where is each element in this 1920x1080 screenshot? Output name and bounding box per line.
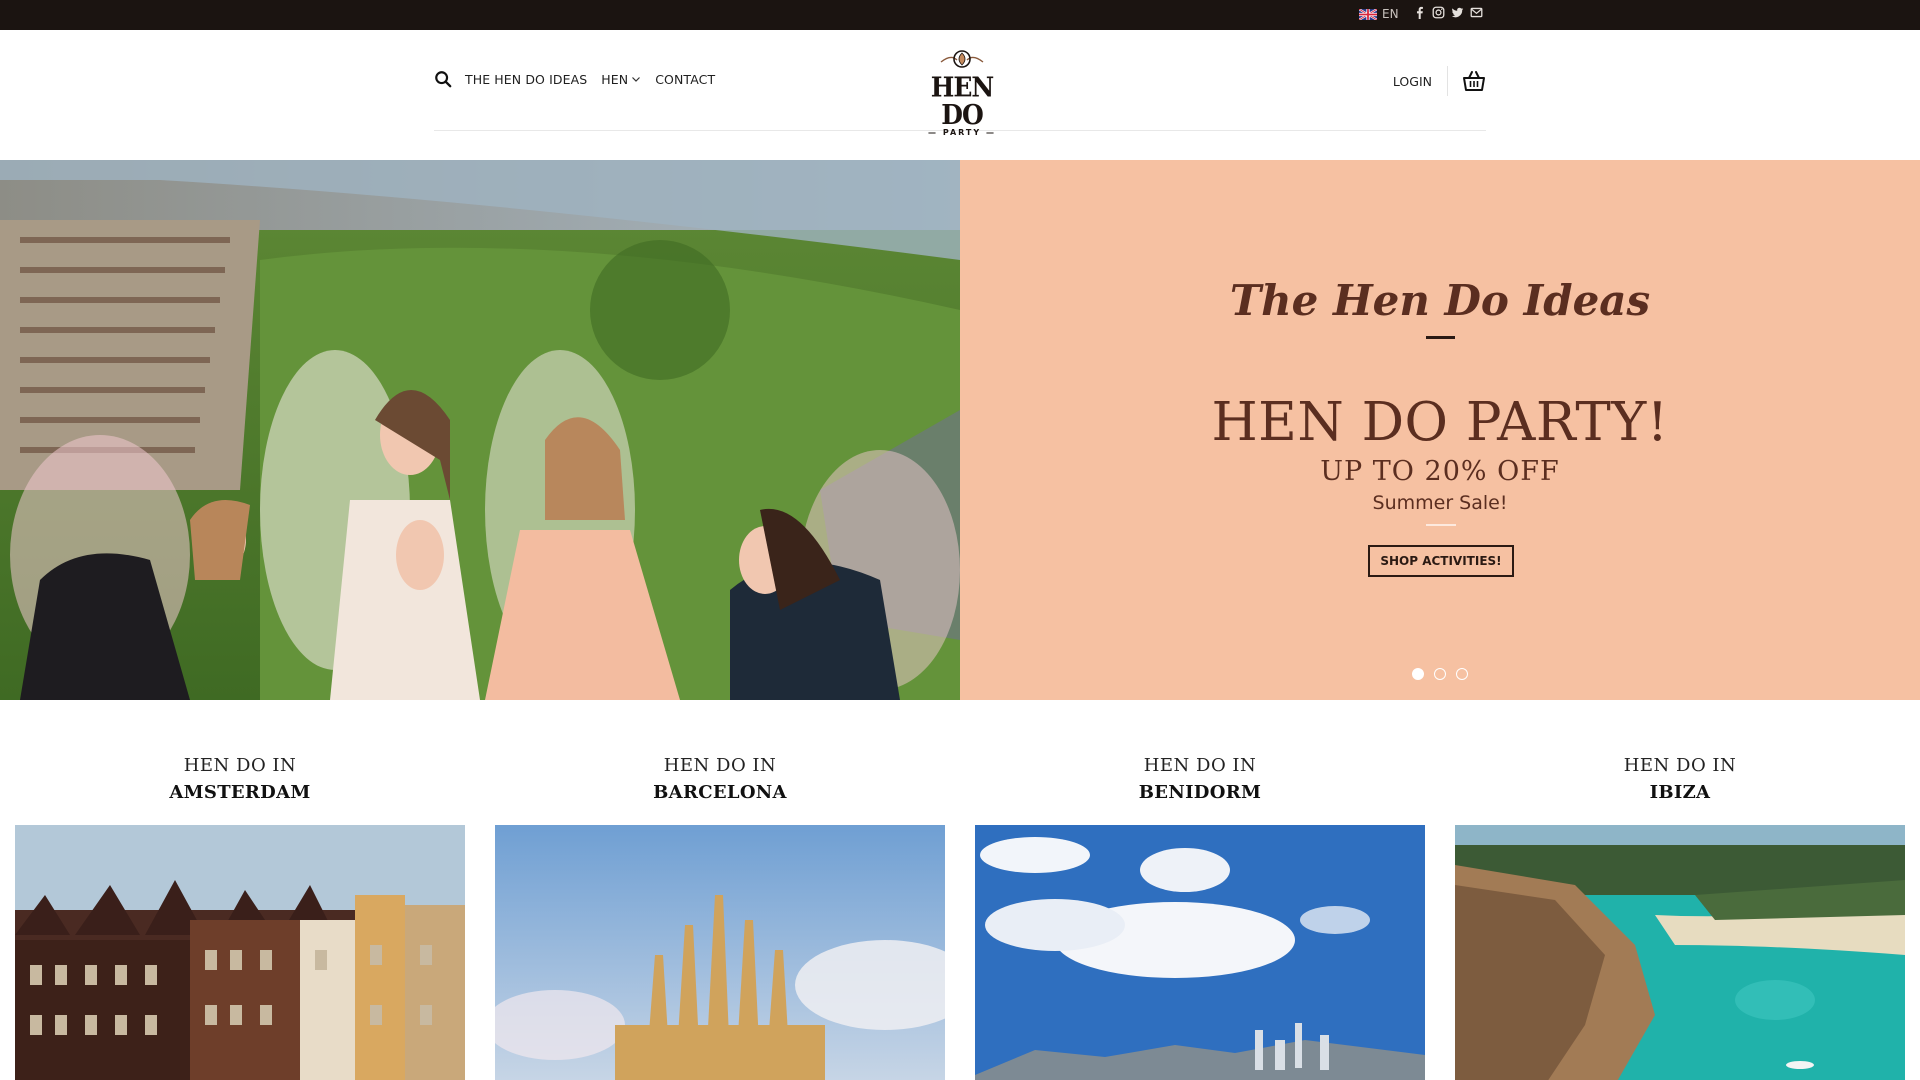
destination-card-barcelona[interactable]: HEN DO IN BARCELONA bbox=[495, 755, 945, 1080]
ibiza-image[interactable] bbox=[1455, 825, 1905, 1080]
instagram-icon[interactable] bbox=[1432, 6, 1445, 19]
uk-flag-icon bbox=[1359, 8, 1377, 20]
slider-dot-1[interactable] bbox=[1412, 668, 1424, 680]
promo-divider bbox=[1426, 336, 1455, 339]
amsterdam-image[interactable] bbox=[15, 825, 465, 1080]
promo-discount: UP TO 20% OFF bbox=[1320, 456, 1560, 487]
slider-dot-2[interactable] bbox=[1434, 668, 1446, 680]
account-nav: LOGIN bbox=[1393, 66, 1486, 96]
promo-divider-light bbox=[1426, 524, 1456, 526]
destination-city: BARCELONA bbox=[653, 782, 787, 803]
destination-prefix: HEN DO IN bbox=[1143, 755, 1257, 776]
destination-card-benidorm[interactable]: HEN DO IN BENIDORM bbox=[975, 755, 1425, 1080]
hero-photo bbox=[0, 160, 960, 700]
destination-card-amsterdam[interactable]: HEN DO IN AMSTERDAM bbox=[15, 755, 465, 1080]
logo-wordmark: HEN DO bbox=[930, 71, 995, 131]
destination-prefix: HEN DO IN bbox=[183, 755, 297, 776]
search-icon[interactable] bbox=[434, 70, 452, 88]
hen-party-photo bbox=[0, 160, 960, 700]
nav-hen-dropdown[interactable]: HEN bbox=[601, 72, 641, 87]
destination-prefix: HEN DO IN bbox=[663, 755, 777, 776]
site-logo[interactable]: HEN DO — PARTY — bbox=[916, 48, 1008, 137]
benidorm-image[interactable] bbox=[975, 825, 1425, 1080]
main-nav: THE HEN DO IDEAS HEN CONTACT bbox=[434, 70, 729, 88]
destination-city: IBIZA bbox=[1649, 782, 1711, 803]
promo-kicker: The Hen Do Ideas bbox=[1229, 276, 1651, 325]
chevron-down-icon bbox=[632, 77, 641, 82]
destination-city: AMSTERDAM bbox=[169, 782, 311, 803]
slider-dot-3[interactable] bbox=[1456, 668, 1468, 680]
nav-hen-label: HEN bbox=[601, 71, 629, 87]
promo-tagline: Summer Sale! bbox=[1372, 492, 1508, 514]
basket-icon[interactable] bbox=[1462, 70, 1486, 92]
login-link[interactable]: LOGIN bbox=[1393, 74, 1432, 89]
language-switcher[interactable]: EN bbox=[1359, 7, 1399, 21]
facebook-icon[interactable] bbox=[1413, 6, 1426, 19]
email-icon[interactable] bbox=[1470, 6, 1483, 19]
destination-city: BENIDORM bbox=[1138, 782, 1262, 803]
destination-card-ibiza[interactable]: HEN DO IN IBIZA bbox=[1455, 755, 1905, 1080]
language-label: EN bbox=[1382, 7, 1399, 21]
barcelona-image[interactable] bbox=[495, 825, 945, 1080]
twitter-icon[interactable] bbox=[1451, 6, 1464, 19]
promo-title: HEN DO PARTY! bbox=[1211, 392, 1669, 453]
slider-dots bbox=[1412, 668, 1468, 680]
social-links bbox=[1413, 6, 1483, 19]
hero-slider: The Hen Do Ideas HEN DO PARTY! UP TO 20%… bbox=[0, 160, 1920, 700]
site-header: THE HEN DO IDEAS HEN CONTACT HEN DO — PA… bbox=[434, 30, 1486, 137]
destination-prefix: HEN DO IN bbox=[1623, 755, 1737, 776]
nav-contact-link[interactable]: CONTACT bbox=[655, 72, 715, 87]
shop-activities-button[interactable]: SHOP ACTIVITIES! bbox=[1368, 545, 1514, 577]
nav-divider bbox=[1447, 66, 1448, 96]
top-bar: EN bbox=[0, 0, 1920, 30]
nav-ideas-link[interactable]: THE HEN DO IDEAS bbox=[465, 72, 587, 87]
promo-panel: The Hen Do Ideas HEN DO PARTY! UP TO 20%… bbox=[960, 160, 1920, 700]
logo-emblem-icon bbox=[940, 50, 984, 68]
